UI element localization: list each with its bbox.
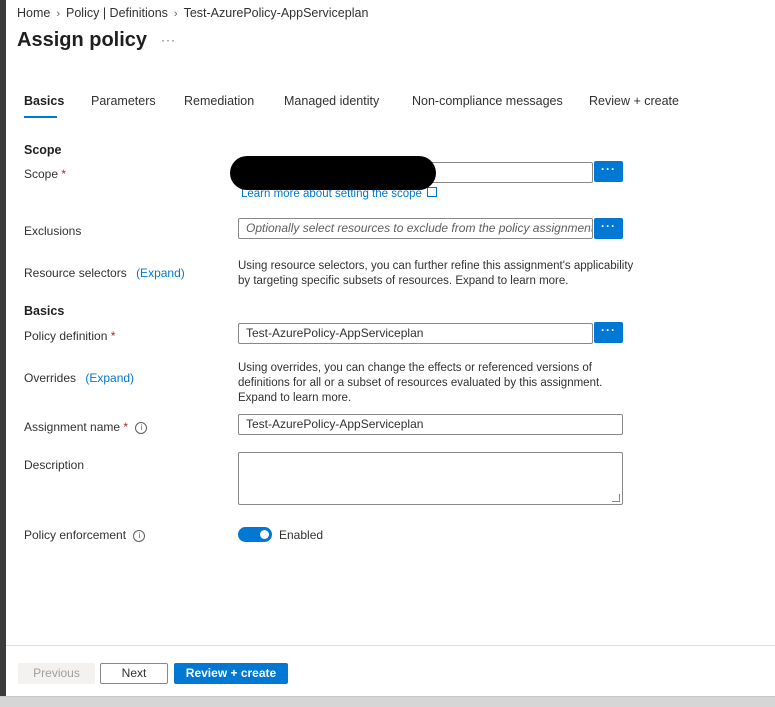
resource-selectors-description: Using resource selectors, you can furthe…: [238, 259, 633, 289]
page-title: Assign policy: [17, 29, 148, 51]
overrides-expand-link[interactable]: (Expand): [85, 371, 134, 385]
more-options-icon[interactable]: ···: [161, 33, 176, 47]
tab-review-create[interactable]: Review + create: [589, 94, 679, 108]
exclusions-browse-button[interactable]: ···: [594, 218, 623, 239]
toggle-knob: [260, 530, 269, 539]
description-label: Description: [24, 458, 85, 472]
overrides-description-line: Using overrides, you can change the effe…: [238, 362, 592, 374]
scope-section-heading: Scope: [24, 143, 62, 157]
previous-button[interactable]: Previous: [18, 663, 95, 684]
active-tab-indicator: [24, 116, 57, 118]
scope-label-text: Scope: [24, 167, 59, 181]
policy-definition-label: Policy definition *: [24, 329, 115, 343]
policy-enforcement-label: Policy enforcement i: [24, 528, 146, 542]
exclusions-label: Exclusions: [24, 224, 82, 238]
resource-selectors-label-text: Resource selectors: [24, 266, 127, 280]
overrides-description-line: Expand to learn more.: [238, 392, 352, 404]
policy-definition-browse-button[interactable]: ···: [594, 322, 623, 343]
breadcrumb-separator: ›: [173, 8, 178, 20]
redaction-mark: [230, 156, 436, 190]
breadcrumb: Home › Policy | Definitions › Test-AzurePoli…: [17, 6, 368, 20]
breadcrumb-separator: ›: [56, 8, 61, 20]
policy-definition-label-text: Policy definition: [24, 329, 108, 343]
overrides-label: Overrides (Expand): [24, 371, 134, 385]
breadcrumb-policy-definitions[interactable]: Policy | Definitions: [66, 6, 168, 20]
scope-browse-button[interactable]: ···: [594, 161, 623, 182]
policy-enforcement-label-text: Policy enforcement: [24, 528, 127, 542]
policy-enforcement-value: Enabled: [279, 528, 324, 542]
footer-divider: [6, 645, 775, 646]
resource-selectors-expand-link[interactable]: (Expand): [136, 266, 185, 280]
policy-definition-field[interactable]: Test-AzurePolicy-AppServiceplan: [238, 323, 593, 344]
assignment-name-field[interactable]: Test-AzurePolicy-AppServiceplan: [238, 414, 623, 435]
next-button[interactable]: Next: [100, 663, 168, 684]
bottom-strip: [0, 696, 775, 707]
overrides-label-text: Overrides: [24, 371, 77, 385]
tab-managed-identity[interactable]: Managed identity: [284, 94, 379, 108]
info-icon[interactable]: i: [133, 530, 146, 542]
exclusions-field[interactable]: Optionally select resources to exclude f…: [238, 218, 593, 239]
resource-selectors-label: Resource selectors (Expand): [24, 266, 185, 280]
required-mark: *: [110, 329, 116, 343]
description-textarea[interactable]: [238, 452, 623, 505]
basics-section-heading: Basics: [24, 304, 65, 318]
tab-parameters[interactable]: Parameters: [91, 94, 156, 108]
breadcrumb-current[interactable]: Test-AzurePolicy-AppServiceplan: [184, 6, 369, 20]
tab-basics[interactable]: Basics: [24, 94, 64, 108]
tab-remediation[interactable]: Remediation: [184, 94, 254, 108]
overrides-description-line: definitions for all or a subset of resou…: [238, 377, 603, 389]
resize-grip-icon[interactable]: [612, 494, 620, 502]
breadcrumb-home[interactable]: Home: [17, 6, 50, 20]
overrides-description: Using overrides, you can change the effe…: [238, 361, 602, 406]
tab-non-compliance-messages[interactable]: Non-compliance messages: [412, 94, 563, 108]
assignment-name-label: Assignment name * i: [24, 420, 148, 434]
review-create-button[interactable]: Review + create: [174, 663, 288, 684]
required-mark: *: [61, 167, 67, 181]
info-icon[interactable]: i: [135, 422, 148, 434]
scope-label: Scope *: [24, 167, 66, 181]
external-link-icon: [426, 187, 437, 197]
assignment-name-label-text: Assignment name: [24, 420, 121, 434]
resource-selectors-description-line: Using resource selectors, you can furthe…: [238, 260, 634, 272]
required-mark: *: [123, 420, 129, 434]
resource-selectors-description-line: by targeting specific subsets of resourc…: [238, 275, 569, 287]
policy-enforcement-toggle[interactable]: [238, 527, 272, 542]
